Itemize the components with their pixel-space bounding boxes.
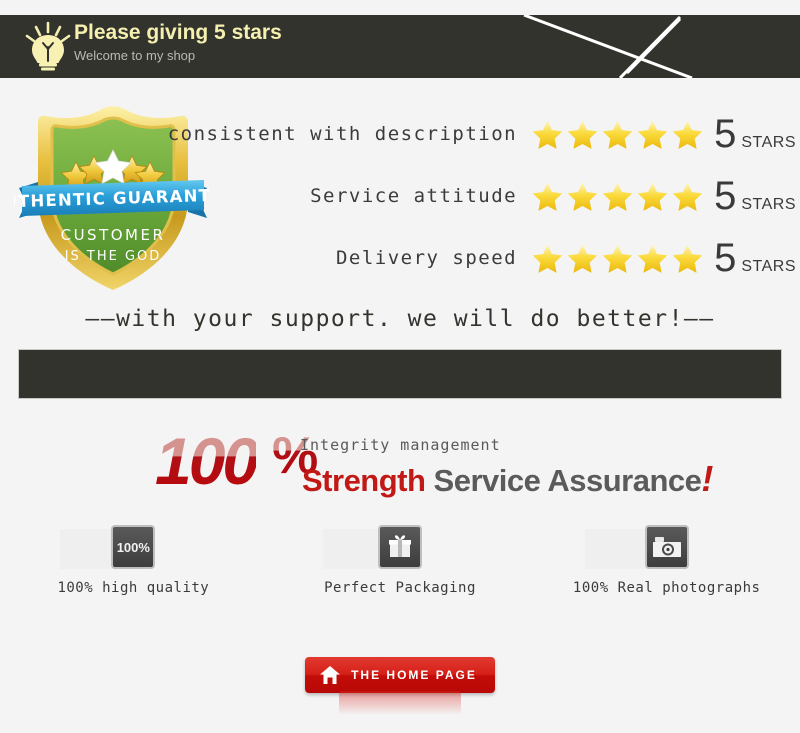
star-icon — [637, 182, 668, 211]
rating-score-number: 5 — [714, 174, 737, 218]
home-button-reflection — [0, 691, 800, 720]
star-icon — [602, 120, 633, 149]
feature-label: 100% Real photographs — [572, 580, 761, 596]
list-item: 100% Real photographs — [533, 525, 800, 610]
rating-score-number: 5 — [714, 112, 737, 156]
rating-label: consistent with description — [167, 123, 518, 145]
home-button-container: THE HOME PAGE — [0, 657, 800, 693]
star-icon — [532, 244, 563, 273]
home-page-button[interactable]: THE HOME PAGE — [305, 657, 495, 693]
star-icon — [672, 244, 703, 273]
rating-score: 5 STARS — [714, 236, 796, 280]
star-icon — [567, 244, 598, 273]
feature-label: Perfect Packaging — [324, 580, 476, 596]
assurance-rest: Service Assurance — [425, 463, 702, 498]
integrity-tagline: Integrity management — [300, 436, 501, 454]
star-icon — [602, 182, 633, 211]
hundred-percent-number: 100 — [155, 424, 259, 498]
header-bar: Please giving 5 stars Welcome to my shop — [0, 15, 800, 78]
assurance-strength: Strength — [302, 463, 426, 498]
header-title: Please giving 5 stars — [74, 21, 282, 44]
reflection-shape — [339, 691, 461, 715]
rating-score-number: 5 — [714, 236, 737, 280]
store-promo-banner: Please giving 5 stars Welcome to my shop — [0, 0, 800, 733]
assurance-headline: 100 % Integrity management Strength Serv… — [0, 424, 800, 500]
star-icon — [567, 182, 598, 211]
table-row: Delivery speed 5 STARS — [200, 227, 796, 289]
rating-score-unit: STARS — [741, 258, 796, 275]
gift-box-icon — [378, 525, 422, 569]
star-icon — [532, 120, 563, 149]
feature-list: 100% 100% high quality Perfect Packaging… — [0, 525, 800, 610]
rating-label: Service attitude — [310, 185, 518, 207]
rating-row-list: consistent with description 5 STARS Serv… — [168, 103, 796, 289]
rating-score: 5 STARS — [714, 112, 796, 156]
rating-label: Delivery speed — [335, 247, 518, 269]
rating-score-unit: STARS — [741, 134, 796, 151]
header-subtitle: Welcome to my shop — [74, 48, 196, 63]
star-icon — [637, 244, 668, 273]
gift-box-glyph — [389, 535, 411, 557]
star-icon — [672, 182, 703, 211]
star-rating-5 — [531, 180, 704, 213]
list-item: Perfect Packaging — [267, 525, 534, 610]
assurance-exclaim: ! — [701, 458, 714, 499]
shield-line-1: CUSTOMER — [61, 226, 166, 244]
rating-score-unit: STARS — [741, 196, 796, 213]
ratings-section: AUTHENTIC GUARANTEE CUSTOMER IS THE GOD … — [0, 95, 800, 310]
home-icon — [320, 666, 341, 684]
star-icon — [602, 244, 633, 273]
home-button-label: THE HOME PAGE — [351, 668, 477, 682]
table-row: Service attitude 5 STARS — [200, 165, 796, 227]
star-rating-5 — [531, 242, 704, 275]
feature-icon-label: 100% — [116, 539, 150, 555]
star-icon — [532, 182, 563, 211]
lightbulb-icon — [25, 21, 71, 71]
feature-label: 100% high quality — [57, 580, 210, 596]
hundred-percent-badge-icon: 100% — [111, 525, 156, 569]
camera-glyph — [652, 537, 681, 557]
star-icon — [567, 120, 598, 149]
divider-bar — [18, 349, 782, 399]
table-row: consistent with description 5 STARS — [168, 103, 796, 165]
star-rating-5 — [531, 118, 704, 151]
star-icon — [672, 120, 703, 149]
assurance-text: Strength Service Assurance! — [302, 458, 713, 500]
shield-line-2: IS THE GOD — [65, 249, 162, 264]
support-tagline: ——with your support. we will do better!—… — [85, 306, 715, 332]
list-item: 100% 100% high quality — [0, 525, 267, 610]
star-icon — [637, 120, 668, 149]
camera-icon — [644, 525, 689, 569]
rating-score: 5 STARS — [714, 174, 796, 218]
